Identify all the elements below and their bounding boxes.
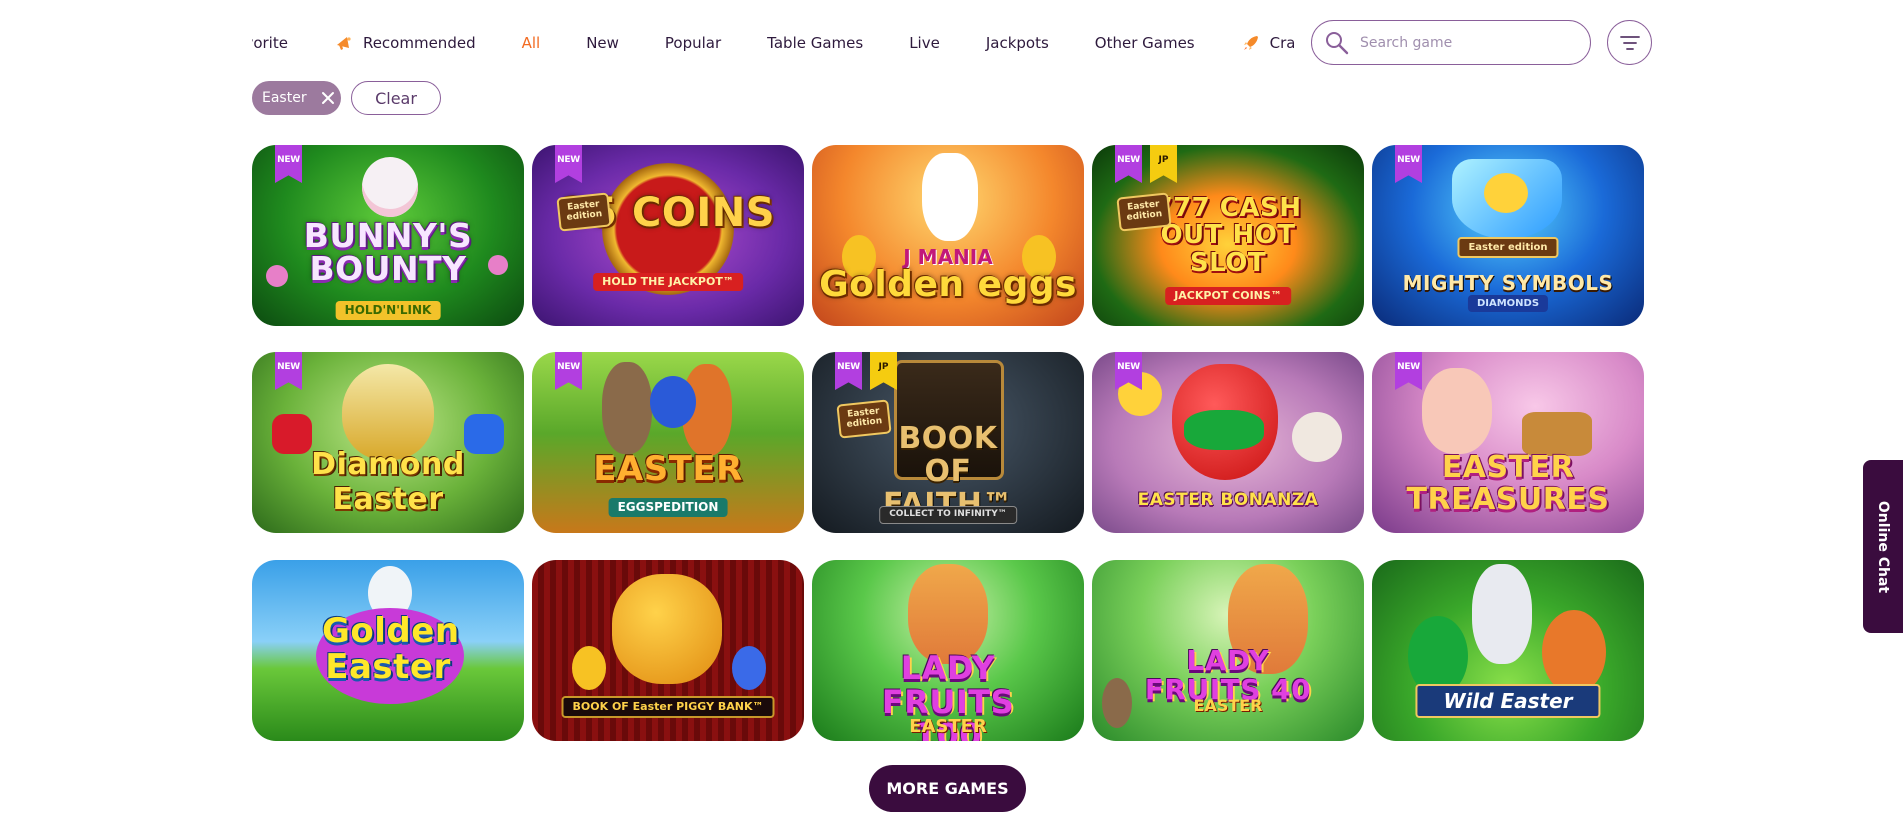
game-tile-lady-fruits-100-easter[interactable]: LADY FRUITS 100 EASTER [812,560,1084,741]
filter-button[interactable] [1607,20,1652,65]
game-tile-book-of-faith[interactable]: BOOK OF FAITH™ COLLECT TO INFINITY™ East… [812,352,1084,533]
game-tile-bunnys-bounty[interactable]: BUNNY'S BOUNTY HOLD'N'LINK NEW [252,145,524,326]
tab-label: Crash games [1269,34,1294,52]
tab-table-games[interactable]: Table Games [767,34,863,52]
tab-label: Table Games [767,34,864,52]
search-input[interactable] [1360,34,1580,51]
egg-decoration [572,646,606,690]
new-badge: NEW [275,145,302,183]
game-title: BOOK OF Easter PIGGY BANK™ [561,696,775,719]
game-tile-easter-eggspedition[interactable]: EASTER EGGSPEDITION NEW [532,352,804,533]
jackpot-badge: JP [1150,145,1177,183]
egg-sack-decoration [650,376,696,428]
category-nav: Favorite Recommended All New Popular Tab… [252,20,1294,66]
game-title: BUNNY'S BOUNTY [303,216,473,288]
online-chat-button[interactable]: Online Chat [1863,460,1903,633]
game-tile-25-coins[interactable]: 25 COINS HOLD THE JACKPOT™ Easter editio… [532,145,804,326]
goose-artwork [922,153,978,241]
tab-label: Live [909,34,940,52]
bunny-artwork [1422,368,1492,454]
egg-decoration [732,646,766,690]
game-tile-golden-eggs[interactable]: J MANIA Golden eggs [812,145,1084,326]
egg-artwork [342,364,434,460]
tab-live[interactable]: Live [909,34,940,52]
close-icon[interactable] [321,91,335,105]
game-subtitle: JACKPOT COINS™ [1165,287,1291,306]
tab-popular[interactable]: Popular [665,34,721,52]
more-games-button[interactable]: MORE GAMES [869,765,1026,812]
piggy-artwork [612,574,722,684]
rocket-icon [1243,36,1258,50]
search-icon [1326,31,1349,54]
new-badge: NEW [555,352,582,390]
new-badge: NEW [1395,352,1422,390]
tab-label: New [586,34,619,52]
game-title: EASTER BONANZA [1137,490,1319,510]
chip-label: Easter [262,90,307,106]
new-badge: NEW [555,145,582,183]
new-badge: NEW [275,352,302,390]
tab-jackpots[interactable]: Jackpots [986,34,1049,52]
new-badge: NEW [1395,145,1422,183]
tab-favorite[interactable]: Favorite [252,34,288,52]
game-title: EASTER TREASURES [1406,450,1610,517]
game-tile-wild-easter[interactable]: Wild Easter [1372,560,1644,741]
chick-artwork [1484,173,1528,213]
game-subtitle: EASTER [909,716,987,737]
filter-icon [1619,35,1640,50]
tab-crash-games[interactable]: Crash games [1241,33,1294,53]
tab-recommended[interactable]: Recommended [334,33,476,53]
game-title: Golden Easter [322,611,460,687]
game-tile-easter-treasures[interactable]: EASTER TREASURES NEW [1372,352,1644,533]
rabbit-artwork [602,362,652,454]
new-badge: NEW [835,352,862,390]
game-subtitle: EASTER [1193,696,1263,715]
game-tile-diamond-easter[interactable]: Diamond Easter NEW [252,352,524,533]
game-tile-777-cash-out-hot-slot[interactable]: 777 CASH OUT HOT SLOT JACKPOT COINS™ Eas… [1092,145,1364,326]
game-subtitle: HOLD THE JACKPOT™ [593,273,743,292]
clear-filters-button[interactable]: Clear [351,81,441,115]
tab-label: Favorite [252,34,288,52]
jackpot-badge: JP [870,352,897,390]
megaphone-icon [336,37,351,50]
new-badge: NEW [1115,145,1142,183]
easter-edition-label: Easter edition [1457,237,1559,258]
game-subtitle: COLLECT TO INFINITY™ [879,506,1017,524]
game-subtitle: DIAMONDS [1467,295,1549,312]
online-chat-label: Online Chat [1875,500,1891,593]
game-tile-easter-bonanza[interactable]: EASTER BONANZA NEW [1092,352,1364,533]
search-box[interactable] [1311,20,1591,65]
bunny-artwork [1472,564,1532,664]
bunny-artwork [362,157,418,217]
easter-edition-label: Easter edition [556,192,612,232]
game-title: Golden eggs [819,264,1077,305]
lamb-artwork [1292,412,1342,462]
tab-other-games[interactable]: Other Games [1095,34,1195,52]
tab-label: Jackpots [985,34,1049,52]
bow-decoration [1184,410,1264,450]
game-subtitle: EGGSPEDITION [608,498,728,518]
tab-label: Other Games [1094,34,1195,52]
game-tile-lady-fruits-40-easter[interactable]: LADY FRUITS 40 EASTER [1092,560,1364,741]
game-title: MIGHTY SYMBOLS [1402,271,1614,295]
game-title: Diamond Easter [311,447,465,517]
tab-all[interactable]: All [522,34,541,52]
game-tile-golden-easter[interactable]: Golden Easter [252,560,524,741]
game-title: Wild Easter [1415,684,1601,718]
tab-label: Recommended [362,34,476,52]
game-tile-book-of-easter-piggy-bank[interactable]: BOOK OF Easter PIGGY BANK™ [532,560,804,741]
egg-decoration [1542,610,1606,694]
page: Favorite Recommended All New Popular Tab… [0,0,1903,815]
tab-label: All [521,34,541,52]
game-tile-mighty-symbols-diamonds[interactable]: Easter edition MIGHTY SYMBOLS DIAMONDS N… [1372,145,1644,326]
easter-edition-label: Easter edition [1116,192,1172,232]
filter-chip-easter[interactable]: Easter [252,81,341,115]
game-subtitle: HOLD'N'LINK [335,301,441,321]
tab-label: Popular [664,34,722,52]
easter-edition-label: Easter edition [836,399,892,439]
tab-new[interactable]: New [586,34,619,52]
game-title: EASTER [593,449,743,489]
